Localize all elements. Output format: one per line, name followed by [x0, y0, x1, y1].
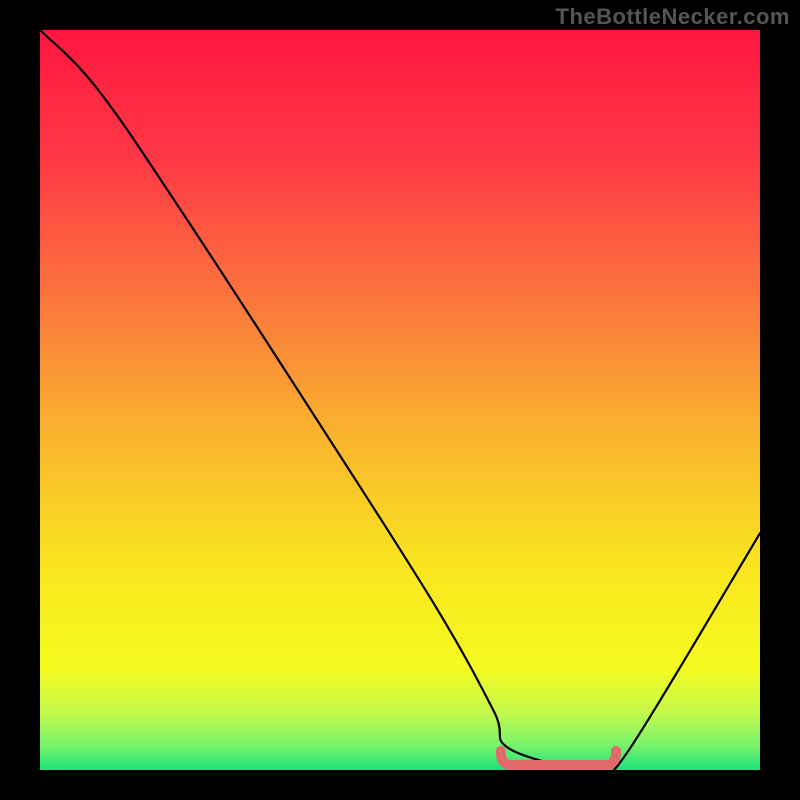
plot-svg — [40, 30, 760, 770]
chart-frame: TheBottleNecker.com — [0, 0, 800, 800]
plot-area — [40, 30, 760, 770]
watermark-text: TheBottleNecker.com — [556, 4, 790, 30]
gradient-background — [40, 30, 760, 770]
